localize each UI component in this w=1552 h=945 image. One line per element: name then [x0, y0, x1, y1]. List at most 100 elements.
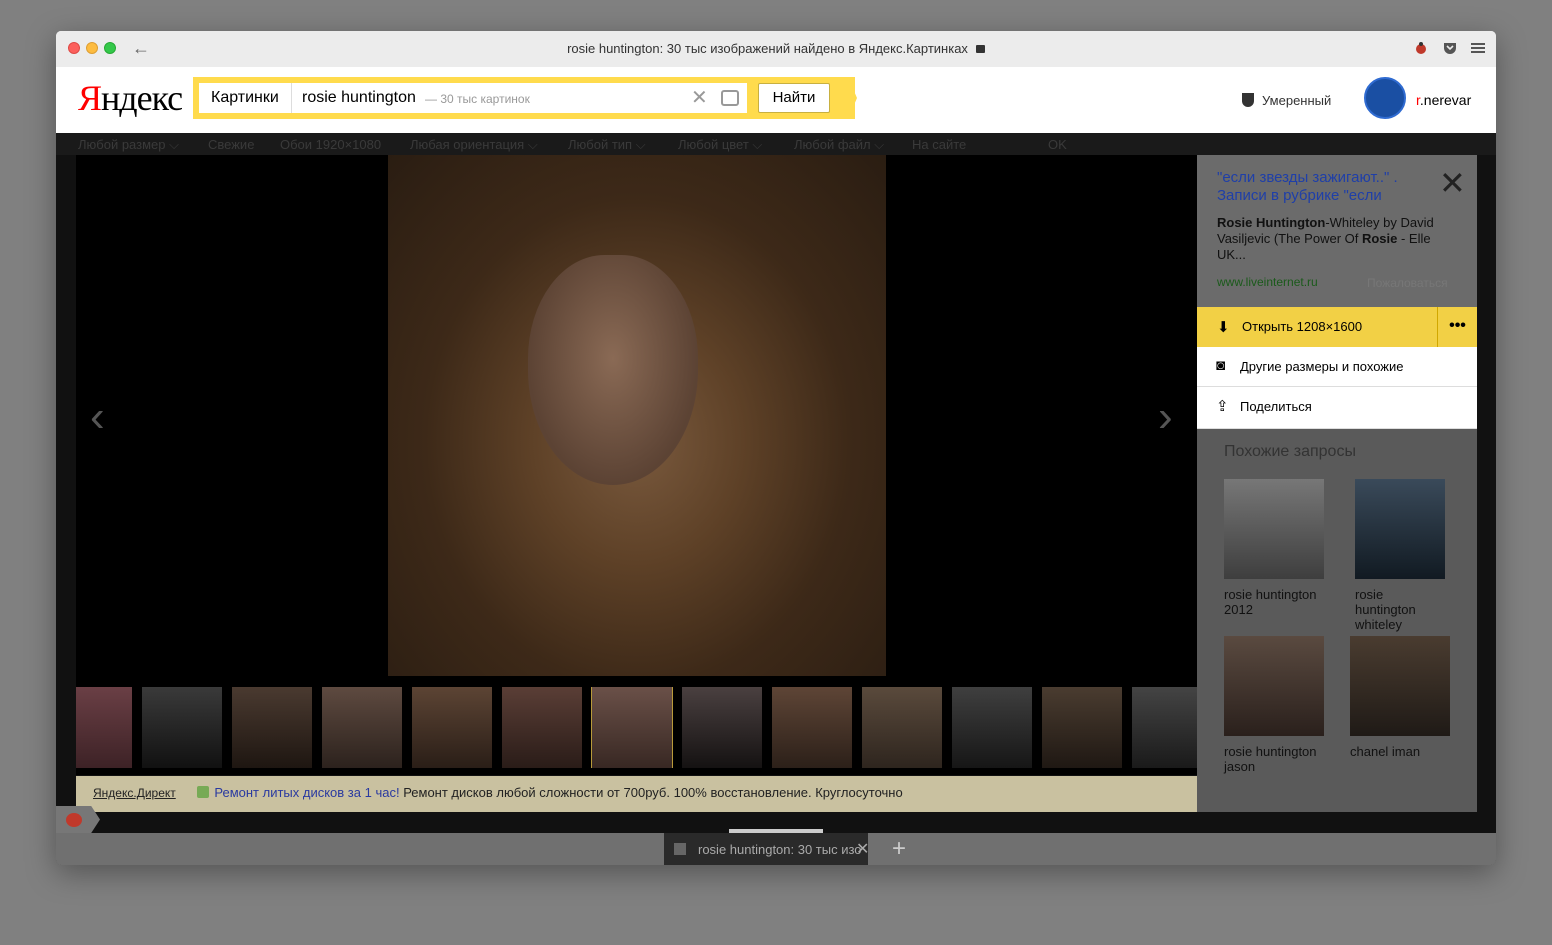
related-query[interactable]: rosie huntington jason — [1224, 636, 1324, 774]
desc-bold-2: Rosie — [1361, 231, 1398, 246]
related-thumbnail[interactable] — [1224, 636, 1324, 736]
filter-type[interactable]: Любой тип ⌵ — [568, 137, 646, 153]
related-query[interactable]: rosie huntington 2012 — [1224, 479, 1324, 617]
filter-color[interactable]: Любой цвет ⌵ — [678, 137, 762, 153]
search-box[interactable]: Картинки rosie huntington — 30 тыс карти… — [199, 83, 747, 113]
ad-title-link[interactable]: Ремонт литых дисков за 1 час! — [214, 785, 399, 800]
logo-first-letter: Я — [78, 78, 102, 118]
thumbnail[interactable] — [232, 687, 312, 768]
chevron-left-icon[interactable]: ‹ — [90, 395, 105, 439]
ad-text: Ремонт дисков любой сложности от 700руб.… — [403, 785, 903, 800]
search-bar: Картинки rosie huntington — 30 тыс карти… — [193, 77, 855, 119]
thumbnail[interactable] — [1132, 687, 1197, 768]
filter-orientation[interactable]: Любая ориентация ⌵ — [410, 137, 538, 153]
filter-bar: Любой размер ⌵ Свежие Обои 1920×1080 Люб… — [56, 133, 1496, 155]
related-thumbnail[interactable] — [1350, 636, 1450, 736]
search-result-hint: — 30 тыс картинок — [425, 92, 530, 106]
tab-close-icon[interactable]: ✕ — [856, 839, 869, 859]
download-icon: ⬇ — [1217, 319, 1230, 336]
panel-source-info: "если звезды зажигают.." . Записи в рубр… — [1197, 155, 1477, 307]
related-queries-title: Похожие запросы — [1224, 443, 1356, 460]
filter-wallpaper[interactable]: Обои 1920×1080 — [280, 137, 381, 152]
tab-bar: rosie huntington: 30 тыс изо ✕ + — [56, 833, 1496, 865]
search-service-label[interactable]: Картинки — [199, 83, 292, 113]
avatar[interactable] — [1364, 77, 1406, 119]
clear-icon[interactable]: ✕ — [691, 88, 708, 108]
related-caption[interactable]: rosie huntington 2012 — [1224, 587, 1324, 617]
header: Яндекс Картинки rosie huntington — 30 ты… — [56, 67, 1496, 133]
thumbnail[interactable] — [1042, 687, 1122, 768]
new-tab-icon[interactable]: + — [892, 835, 906, 863]
yandex-logo[interactable]: Яндекс — [78, 77, 183, 119]
filter-ok-button[interactable]: OK — [1048, 137, 1067, 152]
safe-search[interactable]: Умеренный — [1242, 93, 1331, 108]
source-url-link[interactable]: www.liveinternet.ru — [1217, 275, 1318, 289]
open-image-label: Открыть 1208×1600 — [1242, 319, 1363, 334]
image-info-panel: "если звезды зажигают.." . Записи в рубр… — [1197, 155, 1477, 812]
safe-search-label: Умеренный — [1262, 93, 1332, 108]
search-arrow — [848, 77, 857, 119]
thumbnail[interactable] — [142, 687, 222, 768]
related-query[interactable]: chanel iman — [1350, 636, 1450, 759]
thumbnail[interactable] — [322, 687, 402, 768]
share-icon: ⇪ — [1216, 398, 1229, 415]
related-caption[interactable]: rosie huntington jason — [1224, 744, 1324, 774]
thumbnail[interactable] — [76, 687, 132, 768]
ad-source-link[interactable]: Яндекс.Директ — [93, 786, 176, 800]
favicon-icon — [674, 843, 686, 855]
logo-rest: ндекс — [101, 78, 183, 118]
share-label: Поделиться — [1240, 399, 1312, 414]
ladybug-icon[interactable] — [66, 813, 82, 827]
related-query[interactable]: rosie huntington whiteley — [1355, 479, 1445, 632]
tab-label: rosie huntington: 30 тыс изо — [698, 842, 862, 857]
filter-file[interactable]: Любой файл ⌵ — [794, 137, 884, 153]
desc-bold-1: Rosie Huntington — [1217, 215, 1326, 230]
thumbnail[interactable] — [412, 687, 492, 768]
source-description: Rosie Huntington-Whiteley by David Vasil… — [1217, 215, 1457, 263]
lock-icon — [975, 45, 985, 53]
menu-icon[interactable] — [1470, 40, 1486, 56]
filter-size[interactable]: Любой размер ⌵ — [78, 137, 179, 153]
search-input[interactable]: rosie huntington — [302, 89, 416, 107]
thumbnail[interactable] — [952, 687, 1032, 768]
similar-sizes-button[interactable]: ◙ Другие размеры и похожие — [1197, 347, 1477, 387]
title-bar: ← rosie huntington: 30 тыс изображений н… — [56, 31, 1496, 67]
browser-window: ← rosie huntington: 30 тыс изображений н… — [56, 31, 1496, 865]
complain-link[interactable]: Пожаловаться — [1367, 276, 1448, 290]
bug-icon[interactable] — [1413, 40, 1429, 56]
main-image[interactable] — [388, 155, 886, 676]
open-image-button[interactable]: ⬇ Открыть 1208×1600 ••• — [1197, 307, 1477, 347]
window-title: rosie huntington: 30 тыс изображений най… — [56, 41, 1496, 56]
camera-icon[interactable] — [721, 90, 739, 106]
thumbnail[interactable] — [682, 687, 762, 768]
related-caption[interactable]: chanel iman — [1350, 744, 1450, 759]
related-thumbnail[interactable] — [1224, 479, 1324, 579]
shield-icon — [1242, 93, 1254, 107]
similar-sizes-label: Другие размеры и похожие — [1240, 359, 1404, 374]
filter-fresh[interactable]: Свежие — [208, 137, 254, 152]
camera-search-icon: ◙ — [1216, 357, 1226, 374]
more-options-button[interactable]: ••• — [1437, 307, 1477, 347]
close-icon[interactable]: ✕ — [1439, 167, 1466, 199]
image-viewer: ‹ › — [76, 155, 1197, 775]
related-thumbnail[interactable] — [1355, 479, 1445, 579]
thumbnail-strip — [76, 687, 1197, 768]
username-rest: .nerevar — [1419, 92, 1472, 108]
ad-banner: Яндекс.Директ Ремонт литых дисков за 1 ч… — [76, 776, 1197, 812]
thumbnail[interactable] — [862, 687, 942, 768]
browser-tab[interactable]: rosie huntington: 30 тыс изо ✕ — [664, 833, 869, 865]
thumbnail-active[interactable] — [591, 687, 673, 768]
thumbnail[interactable] — [502, 687, 582, 768]
find-button[interactable]: Найти — [758, 83, 830, 113]
pocket-icon[interactable] — [1442, 40, 1458, 56]
ad-favicon-icon — [197, 786, 210, 798]
window-title-text: rosie huntington: 30 тыс изображений най… — [567, 41, 968, 56]
chevron-right-icon[interactable]: › — [1158, 395, 1173, 439]
share-button[interactable]: ⇪ Поделиться — [1197, 387, 1477, 429]
related-caption[interactable]: rosie huntington whiteley — [1355, 587, 1445, 632]
portrait-face — [528, 255, 698, 485]
thumbnail[interactable] — [772, 687, 852, 768]
username[interactable]: r.nerevar — [1416, 92, 1471, 108]
source-title-link[interactable]: "если звезды зажигают.." . Записи в рубр… — [1217, 169, 1427, 205]
filter-site-input[interactable]: На сайте — [912, 137, 966, 152]
